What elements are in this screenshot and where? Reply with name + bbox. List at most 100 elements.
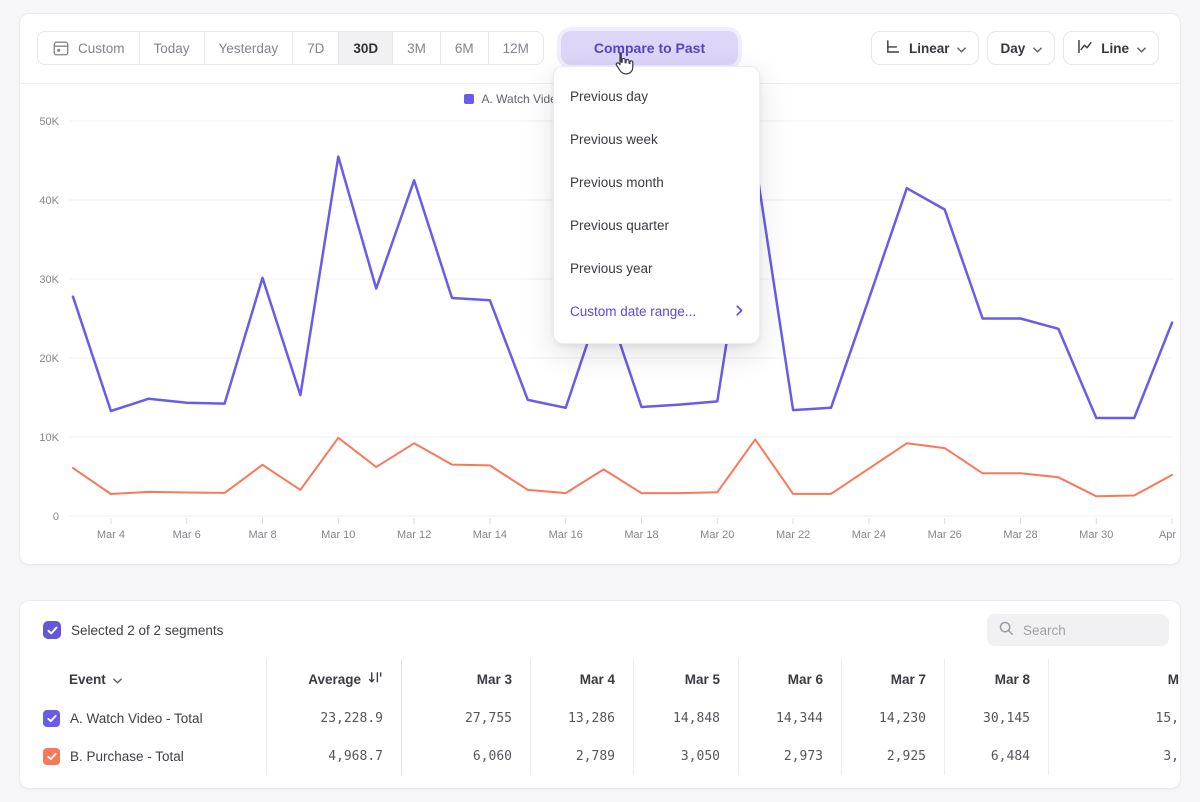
- compare-to-past-button[interactable]: Compare to Past: [561, 31, 738, 65]
- interval-select-label: Day: [1000, 41, 1025, 56]
- column-header-label: Average: [308, 672, 361, 687]
- column-header-label: M: [1168, 672, 1179, 687]
- column-header-event[interactable]: Event: [20, 659, 266, 699]
- chart-type-select-button[interactable]: Line: [1063, 31, 1159, 65]
- segment-label: B. Purchase - Total: [70, 749, 184, 764]
- range-6m-button[interactable]: 6M: [440, 32, 488, 64]
- segment-checkbox[interactable]: [43, 710, 60, 727]
- x-axis-tick-label: Mar 26: [928, 529, 962, 541]
- value-cell: 15,: [1048, 699, 1181, 737]
- select-all-checkbox[interactable]: [43, 621, 61, 639]
- average-value-cell: 4,968.7: [266, 737, 401, 775]
- chevron-down-icon: [1137, 41, 1146, 56]
- value-cell: 3,: [1048, 737, 1181, 775]
- compare-dropdown-menu: Previous day Previous week Previous month P…: [553, 66, 760, 344]
- menu-item[interactable]: Previous year: [554, 247, 759, 290]
- column-header-label: Mar 4: [580, 672, 615, 687]
- menu-item[interactable]: Custom date range...: [554, 290, 759, 333]
- value-cell: 14,848: [633, 699, 738, 737]
- menu-item[interactable]: Previous quarter: [554, 204, 759, 247]
- y-axis-tick-label: 20K: [39, 353, 59, 365]
- segment-label: A. Watch Video - Total: [70, 711, 203, 726]
- x-axis-tick-label: Mar 20: [700, 529, 734, 541]
- calendar-icon: [52, 39, 70, 57]
- segment-cell: A. Watch Video - Total: [20, 699, 266, 737]
- menu-item[interactable]: Previous month: [554, 161, 759, 204]
- range-label: 6M: [455, 41, 474, 56]
- series-line-b: [73, 438, 1172, 497]
- menu-item-label: Previous year: [570, 261, 653, 276]
- y-axis-tick-label: 40K: [39, 195, 59, 207]
- column-header-date: Mar 6: [738, 659, 841, 699]
- y-axis-tick-label: 0: [53, 511, 59, 523]
- segments-table-card: Selected 2 of 2 segments Event Average Mar…: [19, 600, 1181, 789]
- value-cell: 2,789: [530, 737, 633, 775]
- value-cell: 14,230: [841, 699, 944, 737]
- segments-table: Event Average Mar 3 Mar 4 Mar 5 Mar 6 Mar 7 Mar…: [20, 659, 1180, 775]
- x-axis-tick-label: Mar 16: [549, 529, 583, 541]
- segment-cell: B. Purchase - Total: [20, 737, 266, 775]
- menu-item-label: Previous quarter: [570, 218, 669, 233]
- range-label: Today: [154, 41, 190, 56]
- range-3m-button[interactable]: 3M: [392, 32, 440, 64]
- search-icon: [998, 620, 1014, 641]
- range-7d-button[interactable]: 7D: [292, 32, 338, 64]
- column-header-label: Mar 8: [995, 672, 1030, 687]
- x-axis-tick-label: Mar 6: [173, 529, 201, 541]
- sort-descending-icon: [368, 671, 383, 687]
- menu-item[interactable]: Previous day: [554, 75, 759, 118]
- menu-item[interactable]: Previous week: [554, 118, 759, 161]
- range-custom-button[interactable]: Custom: [38, 32, 139, 64]
- value-cell: 14,344: [738, 699, 841, 737]
- x-axis-tick-label: Mar 4: [97, 529, 125, 541]
- column-header-average[interactable]: Average: [266, 659, 401, 699]
- average-value-cell: 23,228.9: [266, 699, 401, 737]
- menu-item-label: Previous month: [570, 175, 664, 190]
- value-cell: 6,484: [944, 737, 1048, 775]
- range-label: Custom: [78, 41, 125, 56]
- value-cell: 30,145: [944, 699, 1048, 737]
- range-30d-button[interactable]: 30D: [338, 32, 392, 64]
- x-axis-tick-label: Mar 18: [624, 529, 658, 541]
- range-yesterday-button[interactable]: Yesterday: [204, 32, 293, 64]
- date-range-control: Custom Today Yesterday7D 30D 3M 6M 12M: [37, 31, 544, 65]
- value-cell: 27,755: [401, 699, 530, 737]
- column-header-label: Mar 6: [788, 672, 823, 687]
- menu-item-label: Custom date range...: [570, 304, 696, 319]
- menu-item-label: Previous week: [570, 132, 658, 147]
- line-chart-icon: [1076, 38, 1093, 58]
- x-axis-tick-label: Mar 24: [852, 529, 886, 541]
- legend-swatch: [464, 94, 474, 104]
- value-cell: 6,060: [401, 737, 530, 775]
- range-label: 30D: [353, 41, 378, 56]
- column-header-label: Mar 5: [685, 672, 720, 687]
- search-input[interactable]: [1023, 623, 1158, 638]
- search-box: [987, 614, 1169, 646]
- range-today-button[interactable]: Today: [139, 32, 204, 64]
- column-header-date: M: [1048, 659, 1181, 699]
- range-12m-button[interactable]: 12M: [488, 32, 543, 64]
- x-axis-tick-label: Mar 28: [1003, 529, 1037, 541]
- chart-options-toolbar: Linear Day Line: [871, 31, 1159, 65]
- segment-checkbox[interactable]: [43, 748, 60, 765]
- x-axis-tick-label: Mar 22: [776, 529, 810, 541]
- column-header-label: Event: [69, 672, 106, 687]
- chevron-down-icon: [957, 41, 966, 56]
- column-header-date: Mar 7: [841, 659, 944, 699]
- column-header-label: Mar 7: [891, 672, 926, 687]
- value-cell: 2,973: [738, 737, 841, 775]
- table-header-bar: Selected 2 of 2 segments: [20, 609, 1180, 651]
- value-cell: 3,050: [633, 737, 738, 775]
- scale-select-button[interactable]: Linear: [871, 31, 980, 65]
- x-axis-tick-label: Mar 30: [1079, 529, 1113, 541]
- range-label: 3M: [407, 41, 426, 56]
- interval-select-button[interactable]: Day: [987, 31, 1055, 65]
- column-header-date: Mar 3: [401, 659, 530, 699]
- column-header-label: Mar 3: [477, 672, 512, 687]
- x-axis-tick-label: Mar 12: [397, 529, 431, 541]
- chevron-down-icon: [1033, 41, 1042, 56]
- value-cell: 2,925: [841, 737, 944, 775]
- linear-scale-icon: [884, 38, 901, 58]
- range-label: 12M: [503, 41, 529, 56]
- chart-type-select-label: Line: [1101, 41, 1129, 56]
